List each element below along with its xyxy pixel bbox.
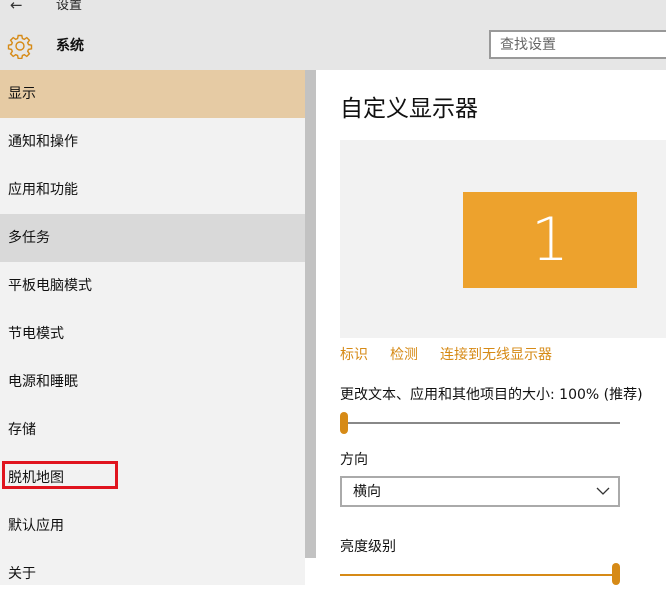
- sidebar-item-label: 节电模式: [8, 326, 64, 342]
- orientation-dropdown[interactable]: 横向: [340, 476, 620, 507]
- section-title: 系统: [56, 38, 84, 54]
- connect-wireless-display-link[interactable]: 连接到无线显示器: [440, 345, 552, 365]
- sidebar-item-multitasking[interactable]: 多任务: [0, 214, 305, 262]
- sidebar-item-notifications[interactable]: 通知和操作: [0, 118, 305, 166]
- sidebar-item-label: 关于: [8, 566, 36, 582]
- scale-label: 更改文本、应用和其他项目的大小: 100% (推荐): [340, 387, 643, 403]
- scale-slider-thumb[interactable]: [340, 412, 348, 434]
- monitor-tile[interactable]: 1: [463, 192, 637, 288]
- sidebar-item-about[interactable]: 关于: [0, 550, 305, 598]
- sidebar-item-battery-saver[interactable]: 节电模式: [0, 310, 305, 358]
- sidebar-item-label: 通知和操作: [8, 134, 78, 150]
- sidebar-item-tablet-mode[interactable]: 平板电脑模式: [0, 262, 305, 310]
- search-input[interactable]: 查找设置: [489, 30, 666, 59]
- brightness-slider-fill[interactable]: [340, 574, 618, 576]
- sidebar-item-label: 平板电脑模式: [8, 278, 92, 294]
- sidebar-item-label: 电源和睡眠: [8, 374, 78, 390]
- sidebar: 显示 通知和操作 应用和功能 多任务 平板电脑模式 节电模式 电源和睡眠 存储 …: [0, 70, 305, 585]
- sidebar-scroll-thumb[interactable]: [305, 70, 316, 558]
- sidebar-item-power-sleep[interactable]: 电源和睡眠: [0, 358, 305, 406]
- identify-link[interactable]: 标识: [340, 345, 368, 365]
- sidebar-item-label: 多任务: [8, 230, 50, 246]
- back-arrow-icon[interactable]: ←: [10, 0, 23, 14]
- chevron-down-icon: [596, 487, 610, 495]
- sidebar-item-label: 应用和功能: [8, 182, 78, 198]
- sidebar-item-label: 默认应用: [8, 518, 64, 534]
- sidebar-item-label: 显示: [8, 86, 36, 102]
- orientation-value: 横向: [353, 484, 381, 500]
- search-placeholder: 查找设置: [500, 37, 556, 53]
- sidebar-item-default-apps[interactable]: 默认应用: [0, 502, 305, 550]
- window-title: 设置: [56, 0, 83, 13]
- sidebar-item-display[interactable]: 显示: [0, 70, 305, 118]
- sidebar-item-label: 存储: [8, 422, 36, 438]
- sidebar-item-storage[interactable]: 存储: [0, 406, 305, 454]
- orientation-label: 方向: [340, 452, 368, 468]
- brightness-label: 亮度级别: [340, 539, 396, 555]
- detect-link[interactable]: 检测: [390, 345, 418, 365]
- page-title: 自定义显示器: [340, 96, 478, 122]
- gear-icon: [7, 34, 33, 59]
- scale-slider-track[interactable]: [340, 422, 620, 424]
- annotation-highlight-box: [2, 461, 118, 489]
- brightness-slider-thumb[interactable]: [612, 563, 620, 585]
- sidebar-item-apps[interactable]: 应用和功能: [0, 166, 305, 214]
- monitor-number: 1: [530, 205, 570, 275]
